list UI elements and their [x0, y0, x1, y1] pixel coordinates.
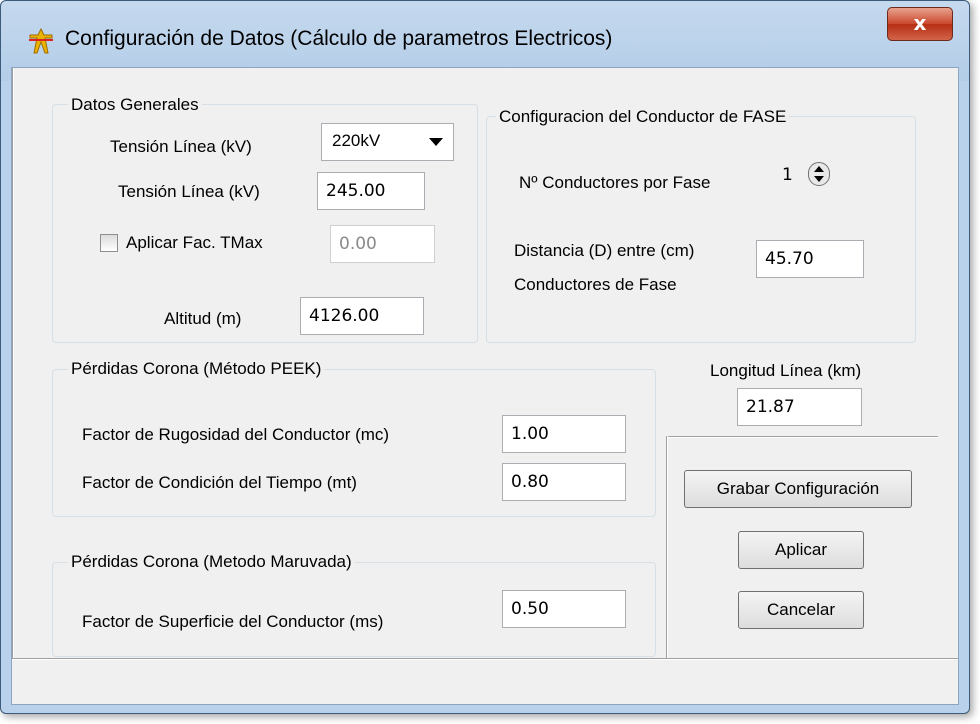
- superficie-input[interactable]: 0.50: [502, 590, 626, 628]
- superficie-label: Factor de Superficie del Conductor (ms): [82, 612, 384, 631]
- maruvada-title: Pérdidas Corona (Metodo Maruvada): [68, 551, 355, 573]
- content-bottom-separator: [12, 658, 958, 660]
- aplicar-tmax-label: Aplicar Fac. TMax: [126, 233, 263, 252]
- button-panel-top-separator: [666, 436, 938, 438]
- distancia-label: Distancia (D) entre (cm): [514, 241, 695, 260]
- grabar-configuracion-button[interactable]: Grabar Configuración: [684, 470, 912, 508]
- n-conductores-label: Nº Conductores por Fase: [519, 173, 711, 192]
- tension-linea-value-label: Tensión Línea (kV): [118, 182, 260, 201]
- tiempo-input[interactable]: 0.80: [502, 463, 626, 501]
- distancia-label-2: Conductores de Fase: [514, 275, 677, 294]
- tension-linea-input[interactable]: 245.00: [317, 172, 425, 210]
- tiempo-label: Factor de Condición del Tiempo (mt): [82, 473, 357, 492]
- peek-title: Pérdidas Corona (Método PEEK): [68, 358, 325, 380]
- tension-linea-dropdown-value: 220kV: [332, 131, 381, 150]
- longitud-label: Longitud Línea (km): [710, 361, 862, 380]
- transmission-tower-icon: [29, 27, 53, 54]
- aplicar-button[interactable]: Aplicar: [738, 531, 864, 569]
- altitud-input[interactable]: 4126.00: [300, 297, 424, 335]
- altitud-label: Altitud (m): [164, 309, 242, 328]
- longitud-input[interactable]: 21.87: [737, 388, 862, 426]
- spin-up-icon[interactable]: [814, 166, 824, 172]
- tension-linea-combo-label: Tensión Línea (kV): [110, 137, 252, 156]
- rugosidad-input[interactable]: 1.00: [502, 415, 626, 453]
- tension-linea-dropdown[interactable]: 220kV: [321, 123, 454, 161]
- content-left-separator: [12, 68, 14, 658]
- spin-down-icon[interactable]: [814, 176, 824, 182]
- cancelar-button[interactable]: Cancelar: [738, 591, 864, 629]
- close-icon: x: [913, 11, 927, 35]
- n-conductores-value[interactable]: 1: [782, 164, 793, 186]
- distancia-input[interactable]: 45.70: [756, 240, 864, 278]
- chevron-down-icon: [429, 138, 443, 146]
- tmax-input[interactable]: 0.00: [330, 225, 435, 263]
- close-button[interactable]: x: [887, 7, 953, 41]
- dialog-client-area: Datos Generales Tensión Línea (kV) 220kV…: [11, 67, 959, 705]
- datos-generales-title: Datos Generales: [68, 94, 202, 116]
- n-conductores-spinner[interactable]: [808, 162, 830, 186]
- conductor-fase-title: Configuracion del Conductor de FASE: [496, 106, 790, 128]
- window-title: Configuración de Datos (Cálculo de param…: [65, 27, 613, 50]
- button-panel-left-separator: [666, 436, 668, 658]
- conductor-fase-group: [486, 116, 916, 343]
- rugosidad-label: Factor de Rugosidad del Conductor (mc): [82, 425, 390, 444]
- aplicar-tmax-checkbox[interactable]: [100, 234, 118, 252]
- dialog-window: Configuración de Datos (Cálculo de param…: [0, 0, 970, 714]
